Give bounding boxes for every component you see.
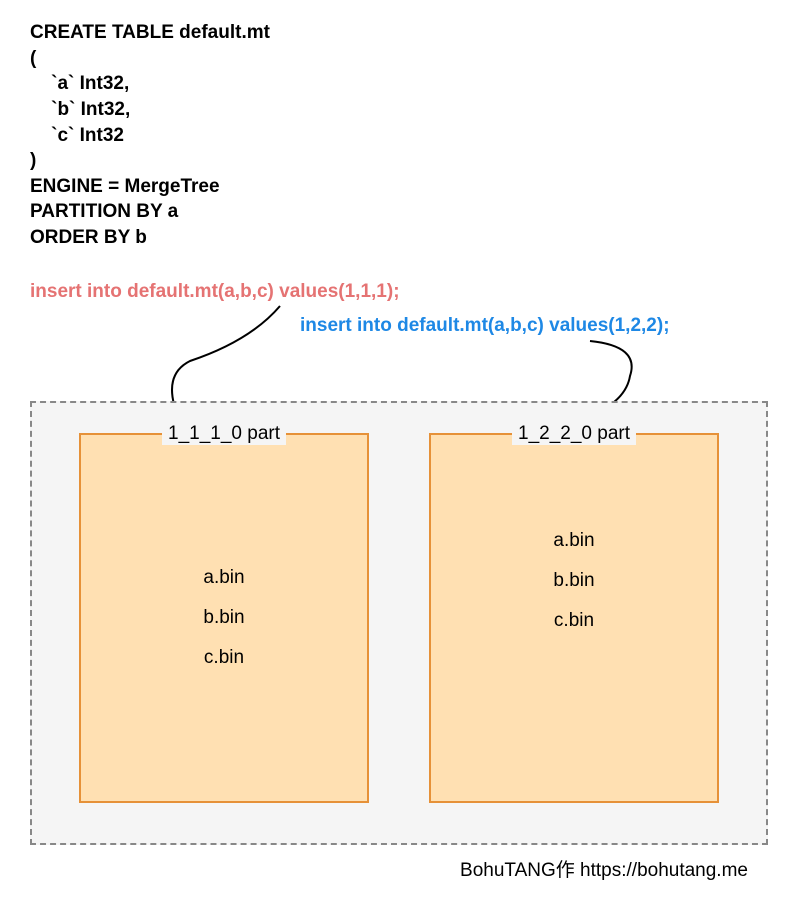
part-title-2: 1_2_2_0 part bbox=[512, 423, 636, 445]
file-entry: c.bin bbox=[203, 647, 244, 669]
part-box-2: 1_2_2_0 part a.bin b.bin c.bin bbox=[429, 433, 719, 803]
file-entry: a.bin bbox=[203, 567, 244, 589]
sql-line: `c` Int32 bbox=[30, 125, 124, 146]
sql-line: ORDER BY b bbox=[30, 227, 147, 248]
parts-container: 1_1_1_0 part a.bin b.bin c.bin 1_2_2_0 p… bbox=[30, 401, 768, 845]
part1-files: a.bin b.bin c.bin bbox=[203, 549, 244, 687]
sql-line: `a` Int32, bbox=[30, 73, 129, 94]
insert-statement-1: insert into default.mt(a,b,c) values(1,1… bbox=[30, 281, 400, 303]
part2-files: a.bin b.bin c.bin bbox=[553, 512, 594, 650]
sql-line: `b` Int32, bbox=[30, 99, 130, 120]
sql-line: ) bbox=[30, 150, 36, 171]
file-entry: b.bin bbox=[553, 570, 594, 592]
part-title-1: 1_1_1_0 part bbox=[162, 423, 286, 445]
credit-text: BohuTANG作 https://bohutang.me bbox=[30, 855, 768, 882]
sql-line: ENGINE = MergeTree bbox=[30, 176, 220, 197]
create-table-sql: CREATE TABLE default.mt ( `a` Int32, `b`… bbox=[30, 20, 768, 251]
part-box-1: 1_1_1_0 part a.bin b.bin c.bin bbox=[79, 433, 369, 803]
file-entry: b.bin bbox=[203, 607, 244, 629]
sql-line: CREATE TABLE default.mt bbox=[30, 22, 270, 43]
file-entry: a.bin bbox=[553, 530, 594, 552]
sql-line: PARTITION BY a bbox=[30, 201, 178, 222]
insert-statements-area: insert into default.mt(a,b,c) values(1,1… bbox=[30, 281, 768, 381]
file-entry: c.bin bbox=[553, 610, 594, 632]
sql-line: ( bbox=[30, 48, 36, 69]
insert-statement-2: insert into default.mt(a,b,c) values(1,2… bbox=[300, 315, 670, 337]
